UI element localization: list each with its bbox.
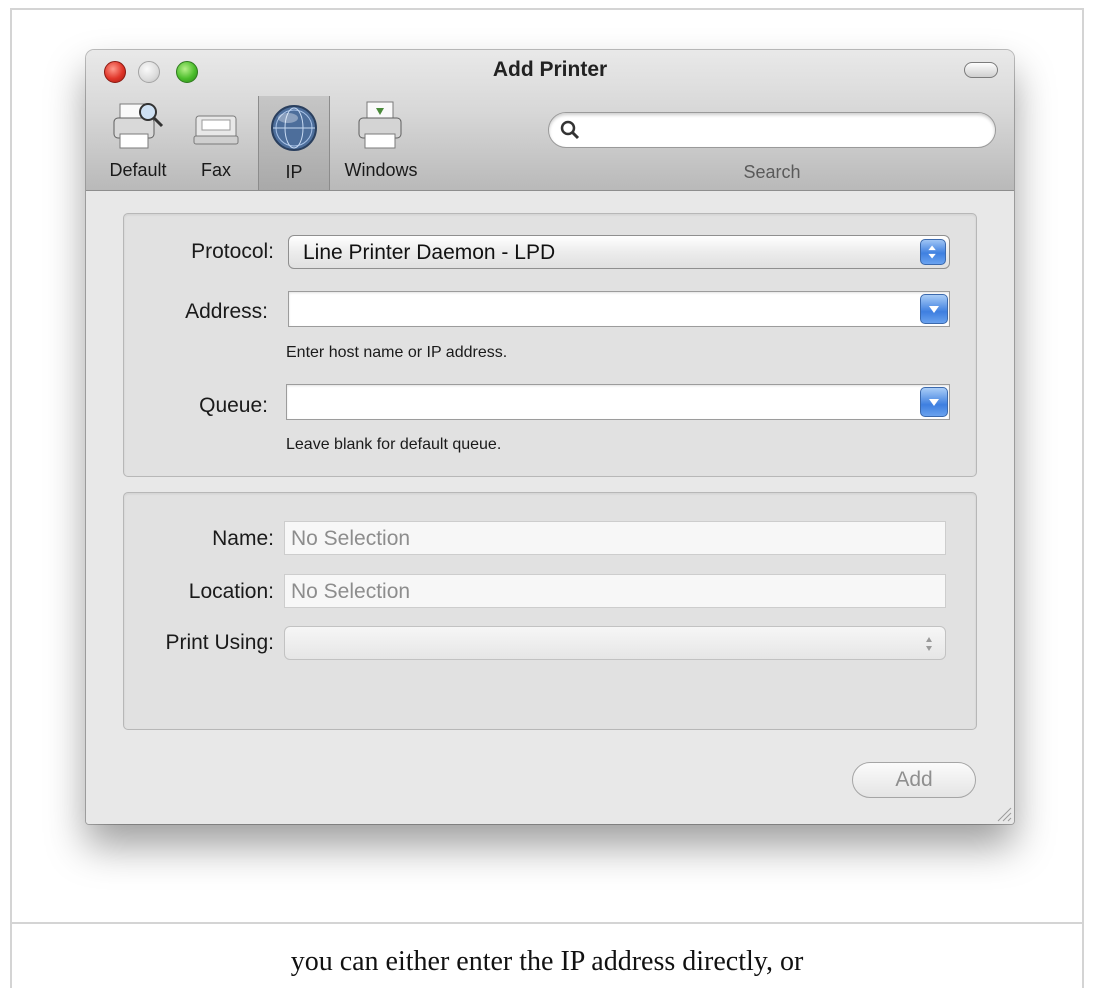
chevron-down-icon[interactable] [920,294,948,324]
address-label: Address: [185,300,268,323]
add-printer-window: Add Printer Default Fax IP Windows Searc… [86,50,1014,824]
toolbar-ip-label: IP [285,162,303,182]
fax-icon [193,115,239,145]
protocol-label: Protocol: [191,240,274,263]
protocol-select[interactable]: Line Printer Daemon - LPD [288,235,950,269]
window-title: Add Printer [492,58,608,81]
queue-combo[interactable] [286,384,950,420]
toolbar-toggle-button[interactable] [964,62,998,78]
name-field[interactable]: No Selection [284,521,946,555]
figure-caption: you can either enter the IP address dire… [290,946,804,977]
queue-hint: Leave blank for default queue. [286,436,502,453]
print-using-label: Print Using: [165,631,274,654]
search-icon [560,120,580,140]
location-field[interactable]: No Selection [284,574,946,608]
printer-info-group: Name: No Selection Location: No Selectio… [123,492,977,730]
globe-icon [271,105,317,151]
updown-arrows-icon [926,637,932,651]
location-value: No Selection [291,580,411,603]
window-content: Protocol: Line Printer Daemon - LPD Addr… [86,191,1014,824]
name-label: Name: [212,527,274,550]
windows-printer-icon [358,101,402,149]
toolbar-default-label: Default [109,160,167,180]
name-value: No Selection [291,527,411,550]
search-label: Search [743,162,801,182]
toolbar-windows-label: Windows [344,160,418,180]
connection-group: Protocol: Line Printer Daemon - LPD Addr… [123,213,977,477]
queue-label: Queue: [199,394,268,417]
location-label: Location: [188,580,274,603]
updown-arrows-icon [920,239,946,265]
chevron-down-icon[interactable] [920,387,948,417]
toolbar-fax-button[interactable]: Fax [184,94,248,184]
print-using-select[interactable] [284,626,946,660]
window-toolbar: Add Printer Default Fax IP Windows Searc… [86,50,1014,191]
toolbar-fax-label: Fax [200,160,231,180]
toolbar-ip-button[interactable]: IP [258,96,330,190]
address-combo[interactable] [288,291,950,327]
address-hint: Enter host name or IP address. [286,344,508,361]
protocol-value: Line Printer Daemon - LPD [303,241,556,264]
printer-search-icon [113,103,164,149]
toolbar-default-button[interactable]: Default [102,94,174,184]
search-input[interactable] [548,112,996,148]
resize-grip-icon[interactable] [994,804,1012,822]
toolbar-windows-button[interactable]: Windows [338,94,424,184]
add-button[interactable]: Add [852,762,976,798]
